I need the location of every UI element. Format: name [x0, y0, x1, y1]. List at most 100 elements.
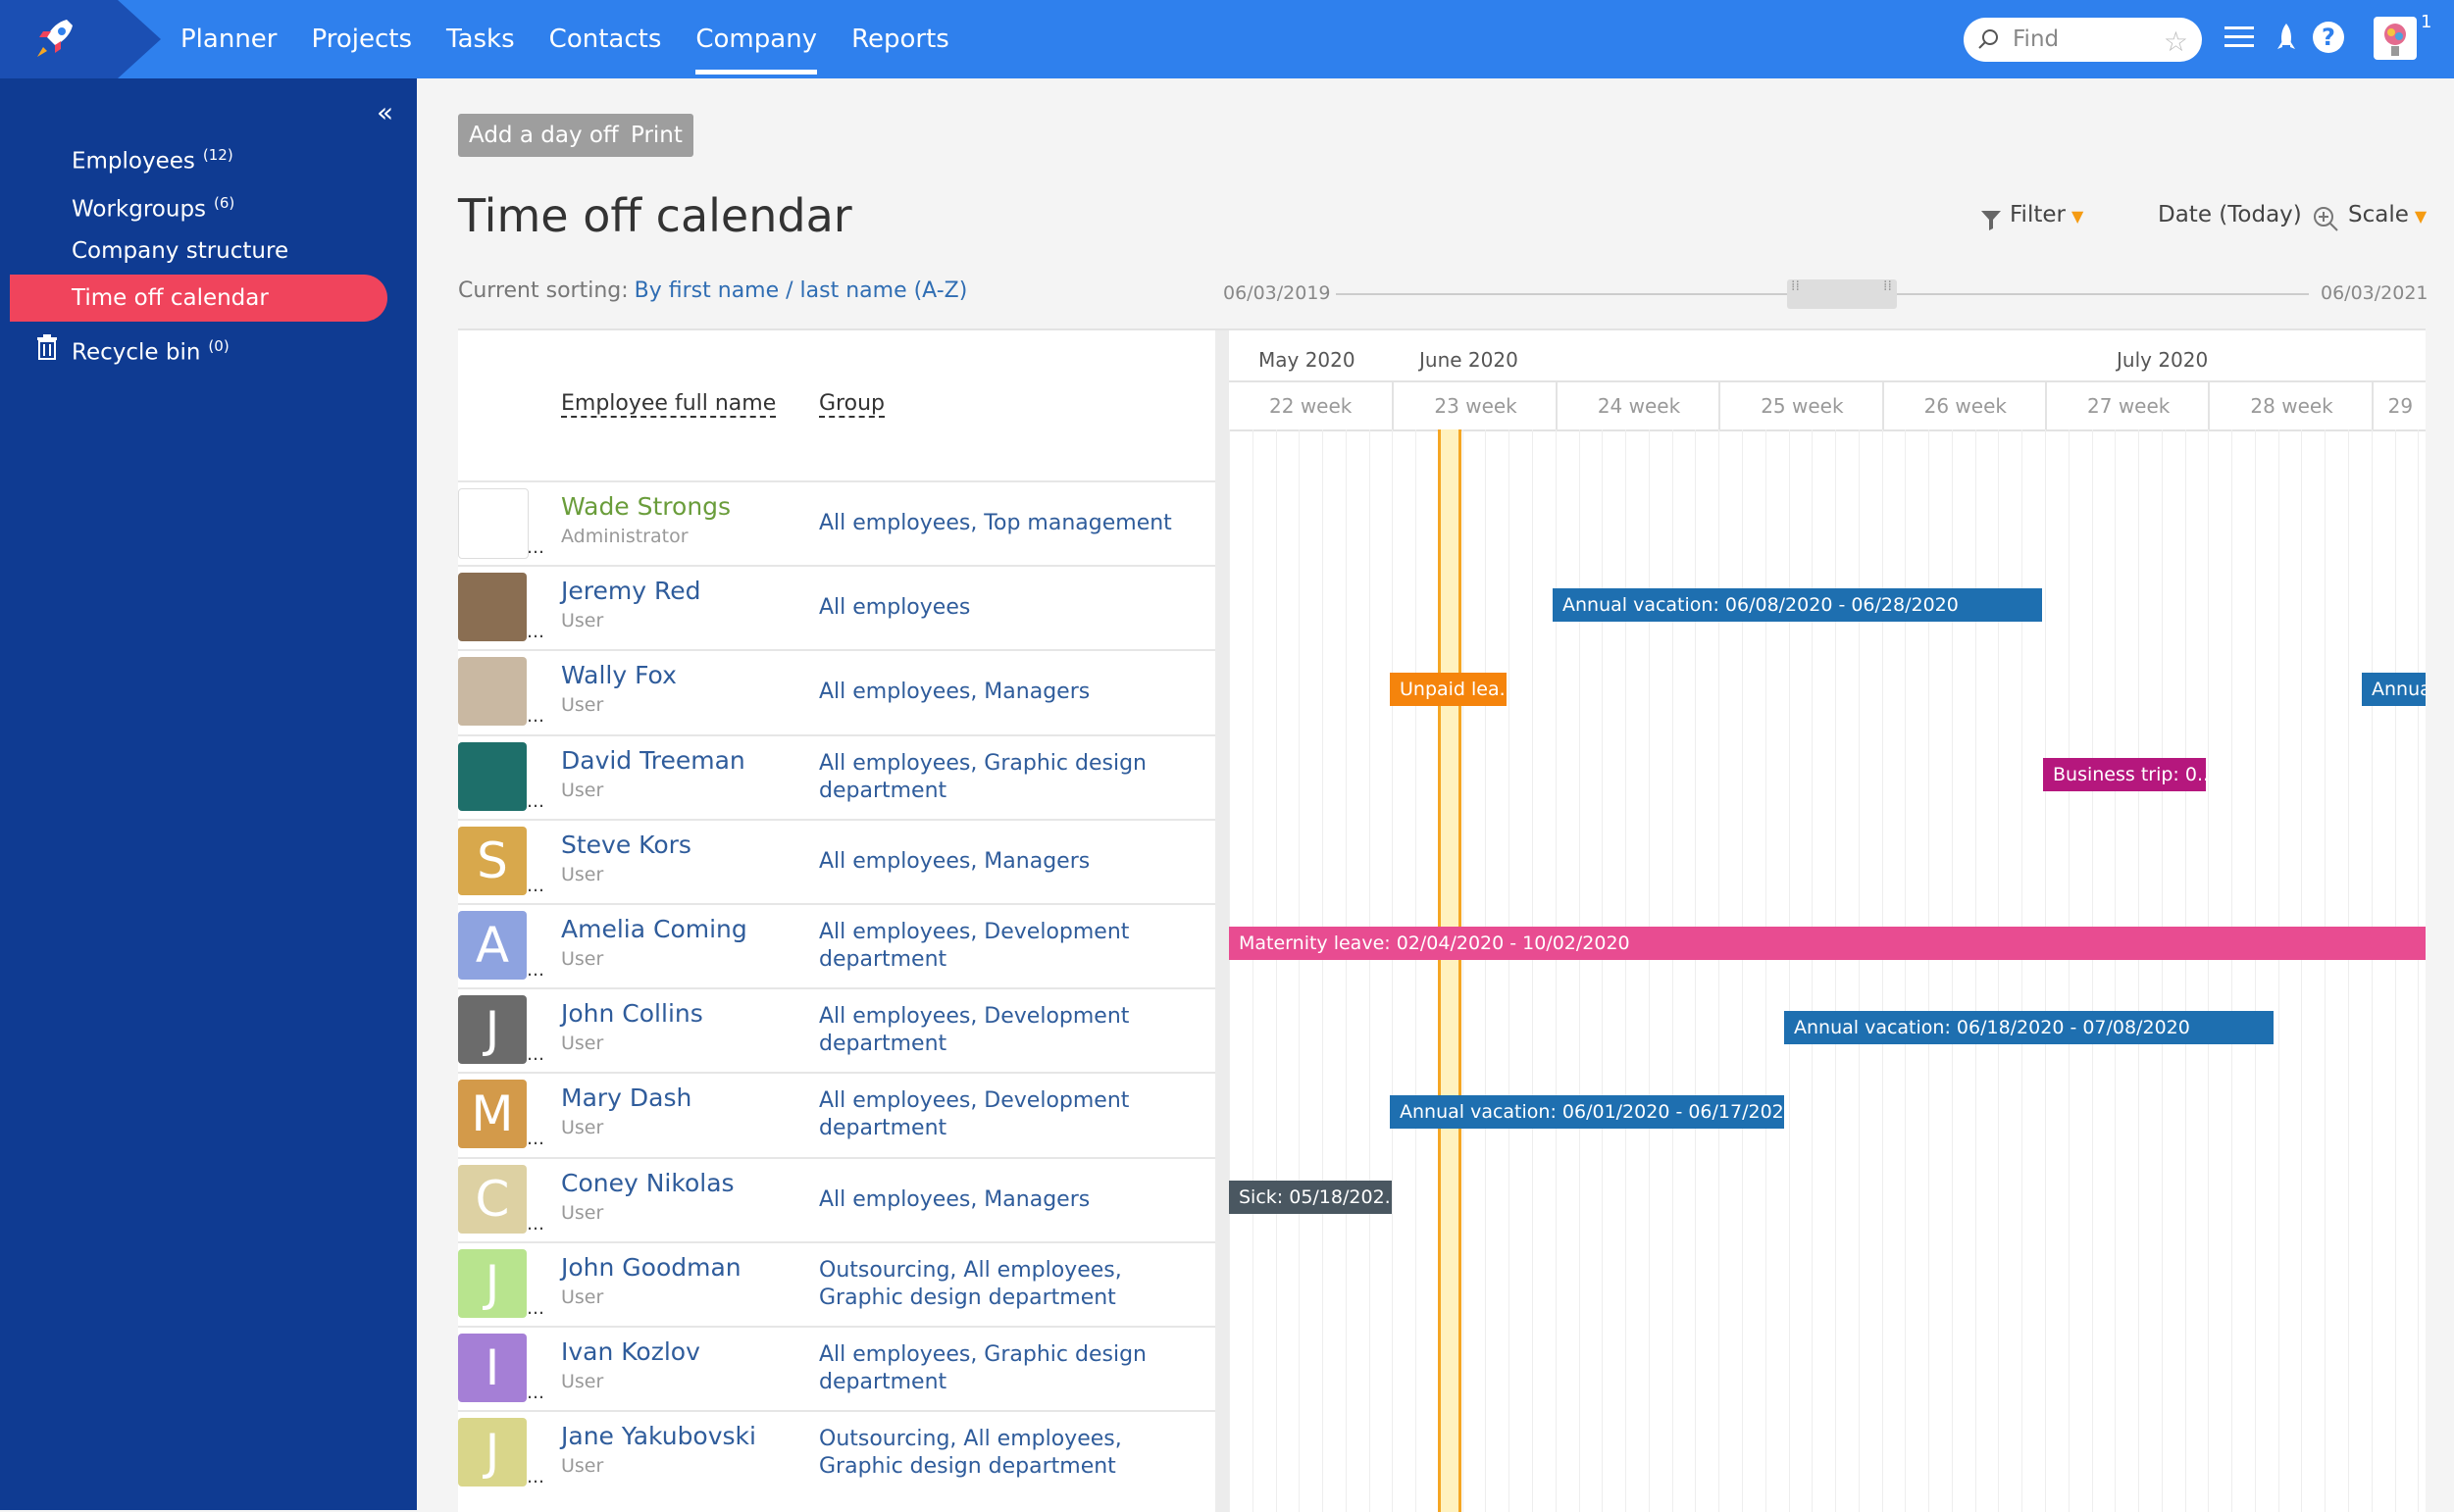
- more-options-icon[interactable]: …: [527, 1129, 544, 1149]
- employee-avatar[interactable]: I: [458, 1334, 527, 1402]
- nav-projects[interactable]: Projects: [311, 0, 412, 78]
- more-options-icon[interactable]: …: [527, 622, 544, 642]
- employee-group[interactable]: All employees, Graphic design department: [819, 1341, 1192, 1396]
- employee-group[interactable]: All employees: [819, 594, 1192, 622]
- employee-avatar[interactable]: J: [458, 1418, 527, 1487]
- employee-row[interactable]: A … Amelia Coming User All employees, Develo…: [458, 903, 1215, 987]
- print-button[interactable]: Print: [620, 114, 693, 157]
- more-options-icon[interactable]: …: [527, 1298, 544, 1319]
- search-input[interactable]: Find ☆: [1964, 18, 2202, 62]
- employee-row[interactable]: … David Treeman User All employees, Graphic…: [458, 733, 1215, 819]
- employee-avatar[interactable]: S: [458, 826, 527, 895]
- date-today-button[interactable]: Date (Today): [2158, 202, 2302, 227]
- filter-icon[interactable]: [1979, 208, 2003, 231]
- employee-group[interactable]: All employees, Managers: [819, 1186, 1192, 1214]
- employee-avatar[interactable]: [458, 741, 527, 811]
- more-options-icon[interactable]: …: [527, 1214, 544, 1235]
- add-day-off-button[interactable]: Add a day off: [458, 114, 630, 157]
- column-header-group[interactable]: Group: [819, 391, 885, 418]
- more-options-icon[interactable]: …: [527, 1383, 544, 1403]
- scale-button[interactable]: Scale ▼: [2348, 202, 2427, 227]
- user-avatar[interactable]: [2374, 17, 2417, 60]
- employee-name[interactable]: Jane Yakubovski: [561, 1422, 756, 1450]
- zoom-icon[interactable]: [2312, 205, 2339, 232]
- nav-tasks[interactable]: Tasks: [446, 0, 515, 78]
- employee-group[interactable]: All employees, Development department: [819, 1003, 1192, 1058]
- employee-avatar[interactable]: M: [458, 1080, 527, 1149]
- employee-name[interactable]: Steve Kors: [561, 831, 691, 859]
- more-options-icon[interactable]: …: [527, 876, 544, 896]
- logo-area[interactable]: [0, 0, 118, 78]
- range-slider-handle[interactable]: ⁞⁞ ⁞⁞: [1787, 279, 1897, 309]
- employee-row[interactable]: I … Ivan Kozlov User All employees, Graphic …: [458, 1326, 1215, 1410]
- employee-name[interactable]: Jeremy Red: [561, 577, 700, 605]
- employee-group[interactable]: Outsourcing, All employees, Graphic desi…: [819, 1426, 1192, 1481]
- time-off-bar[interactable]: Unpaid lea...: [1390, 673, 1507, 707]
- employee-name[interactable]: Amelia Coming: [561, 915, 747, 943]
- sidebar-item-recycle-bin[interactable]: Recycle bin (0): [10, 323, 387, 370]
- help-icon[interactable]: ?: [2313, 22, 2344, 53]
- employee-name[interactable]: Wally Fox: [561, 661, 677, 689]
- employee-name[interactable]: Coney Nikolas: [561, 1169, 735, 1197]
- filter-button[interactable]: Filter ▼: [2010, 202, 2083, 227]
- more-options-icon[interactable]: …: [527, 960, 544, 981]
- employee-group[interactable]: All employees, Managers: [819, 848, 1192, 876]
- time-off-bar[interactable]: Annual vacation: 06/01/2020 - 06/17/2020: [1390, 1095, 1784, 1130]
- sidebar-item-time-off-calendar[interactable]: Time off calendar: [10, 275, 387, 322]
- employee-group[interactable]: All employees, Development department: [819, 919, 1192, 974]
- employee-avatar[interactable]: [458, 573, 527, 642]
- time-off-bar[interactable]: Annual vacation: 06/08/2020 - 06/28/2020: [1553, 588, 2042, 623]
- grip-right-icon[interactable]: ⁞⁞: [1883, 279, 1893, 305]
- favorite-star-icon[interactable]: ☆: [2164, 25, 2188, 58]
- employee-group[interactable]: Outsourcing, All employees, Graphic desi…: [819, 1257, 1192, 1312]
- rocket-icon[interactable]: [2274, 22, 2299, 55]
- time-off-bar[interactable]: Business trip: 0...: [2043, 757, 2206, 791]
- employee-name[interactable]: John Goodman: [561, 1253, 741, 1282]
- employee-avatar[interactable]: [458, 488, 529, 559]
- employee-row[interactable]: … Wade Strongs Administrator All employees,…: [458, 480, 1215, 565]
- employee-name[interactable]: Wade Strongs: [561, 492, 731, 521]
- column-header-name[interactable]: Employee full name: [561, 391, 777, 418]
- sidebar-item-workgroups[interactable]: Workgroups (6): [10, 179, 387, 227]
- employee-row[interactable]: J … John Collins User All employees, Develop…: [458, 987, 1215, 1072]
- more-options-icon[interactable]: …: [527, 791, 544, 812]
- nav-company[interactable]: Company: [695, 0, 817, 78]
- employee-group[interactable]: All employees, Development department: [819, 1087, 1192, 1142]
- more-options-icon[interactable]: …: [527, 537, 544, 558]
- employee-name[interactable]: David Treeman: [561, 746, 745, 775]
- nav-planner[interactable]: Planner: [180, 0, 277, 78]
- employee-row[interactable]: M … Mary Dash User All employees, Developmen…: [458, 1072, 1215, 1156]
- nav-contacts[interactable]: Contacts: [549, 0, 662, 78]
- sidebar-item-company-structure[interactable]: Company structure: [10, 227, 387, 275]
- employee-avatar[interactable]: A: [458, 911, 527, 980]
- sidebar-item-employees[interactable]: Employees (12): [10, 131, 387, 178]
- more-options-icon[interactable]: …: [527, 1467, 544, 1487]
- time-off-bar[interactable]: Annual: [2362, 673, 2426, 707]
- time-off-bar[interactable]: Annual vacation: 06/18/2020 - 07/08/2020: [1784, 1011, 2274, 1045]
- collapse-sidebar-icon[interactable]: «: [377, 96, 393, 128]
- employee-group[interactable]: All employees, Managers: [819, 679, 1192, 706]
- employee-group[interactable]: All employees, Top management: [819, 510, 1192, 537]
- employee-name[interactable]: Ivan Kozlov: [561, 1337, 700, 1366]
- time-off-bar[interactable]: Maternity leave: 02/04/2020 - 10/02/2020: [1229, 927, 2426, 960]
- employee-avatar[interactable]: [458, 657, 527, 727]
- time-off-bar[interactable]: Sick: 05/18/202...: [1229, 1180, 1392, 1214]
- employee-group[interactable]: All employees, Graphic design department: [819, 750, 1192, 805]
- more-options-icon[interactable]: …: [527, 706, 544, 727]
- menu-icon[interactable]: [2224, 25, 2254, 50]
- employee-row[interactable]: C … Coney Nikolas User All employees, Manage…: [458, 1156, 1215, 1241]
- employee-avatar[interactable]: C: [458, 1164, 527, 1234]
- employee-row[interactable]: S … Steve Kors User All employees, Managers: [458, 818, 1215, 903]
- panel-splitter[interactable]: [1215, 330, 1229, 1512]
- employee-row[interactable]: … Jeremy Red User All employees: [458, 565, 1215, 649]
- nav-reports[interactable]: Reports: [851, 0, 949, 78]
- employee-row[interactable]: … Wally Fox User All employees, Managers: [458, 649, 1215, 733]
- employee-avatar[interactable]: J: [458, 1248, 527, 1318]
- employee-avatar[interactable]: J: [458, 995, 527, 1065]
- sorting-link[interactable]: By first name / last name (A-Z): [635, 278, 968, 303]
- more-options-icon[interactable]: …: [527, 1044, 544, 1065]
- employee-row[interactable]: J … John Goodman User Outsourcing, All emplo…: [458, 1240, 1215, 1326]
- grip-left-icon[interactable]: ⁞⁞: [1791, 279, 1801, 305]
- employee-name[interactable]: John Collins: [561, 999, 703, 1028]
- employee-name[interactable]: Mary Dash: [561, 1084, 691, 1112]
